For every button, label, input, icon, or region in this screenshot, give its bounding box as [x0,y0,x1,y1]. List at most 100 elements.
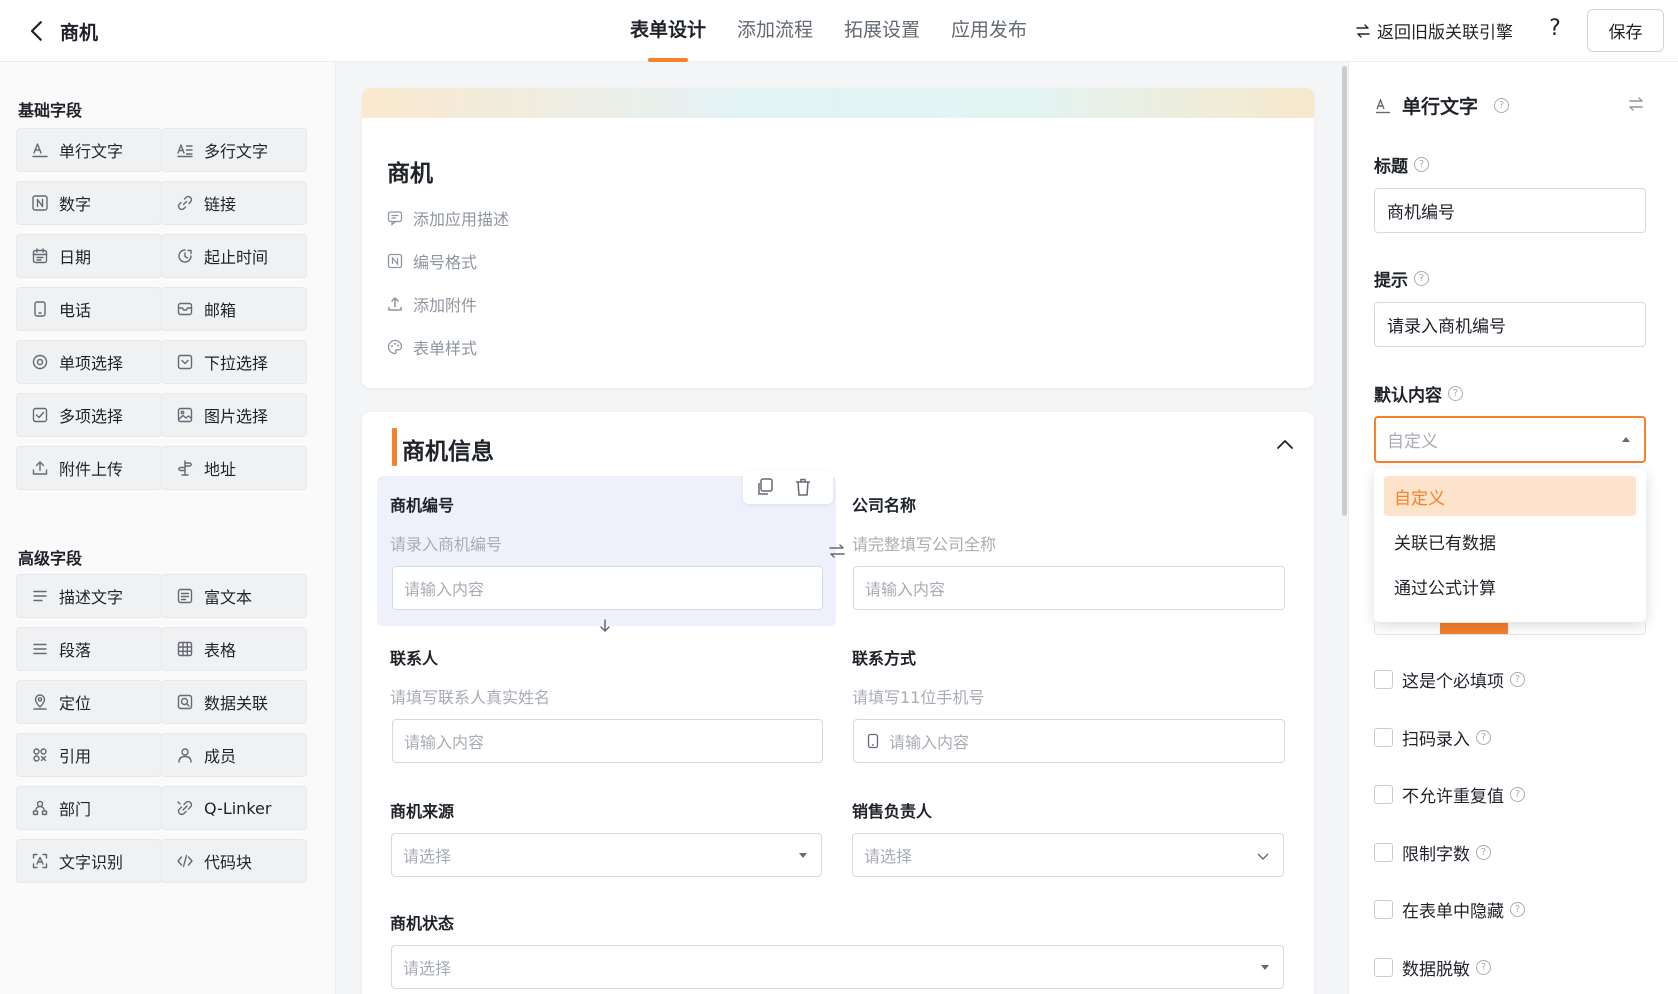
reference-icon [33,748,47,762]
tab-extension-settings[interactable]: 拓展设置 [844,0,920,62]
radio-icon [32,354,48,370]
save-button[interactable]: 保存 [1587,9,1664,52]
option-formula[interactable]: 通过公式计算 [1384,566,1636,606]
palette-field-rich-text[interactable]: 富文本 [161,574,307,618]
palette-field-clock-range[interactable]: 起止时间 [161,234,307,278]
option-checkbox-row[interactable]: 扫码录入? [1374,725,1491,750]
palette-field-number[interactable]: 数字 [16,181,162,225]
add-description-link[interactable]: 添加应用描述 [387,206,509,230]
palette-field-single-line-text[interactable]: 单行文字 [16,128,162,172]
palette-field-label: 数字 [59,195,92,214]
dropdown-icon [177,354,193,370]
help-circle-icon[interactable]: ? [1448,386,1463,401]
palette-field-label: 数据关联 [204,694,269,713]
multi-line-text-icon [177,144,193,158]
palette-field-location[interactable]: 定位 [16,680,162,724]
palette-field-description[interactable]: 描述文字 [16,574,162,618]
default-tab-indicator [1440,623,1508,634]
contact-info-input[interactable]: 请输入内容 [853,719,1285,763]
default-content-select[interactable]: 自定义 [1374,416,1646,463]
checkbox-label: 在表单中隐藏 [1402,902,1504,922]
checkbox[interactable] [1374,727,1393,747]
palette-field-radio[interactable]: 单项选择 [16,340,162,384]
checkbox-label: 扫码录入 [1402,729,1470,750]
switch-field-type-icon[interactable] [1627,95,1645,113]
canvas-scrollbar[interactable] [1342,66,1347,516]
palette-field-signpost[interactable]: 地址 [161,446,307,490]
palette-field-table[interactable]: 表格 [161,627,307,671]
member-icon [178,748,192,763]
palette-field-link[interactable]: 链接 [161,181,307,225]
palette-field-label: 下拉选择 [204,354,269,373]
source-select[interactable]: 请选择 [391,833,822,877]
palette-field-reference[interactable]: 引用 [16,733,162,777]
help-circle-icon[interactable]: ? [1494,98,1510,113]
trash-icon[interactable] [792,476,814,498]
checkbox[interactable] [1374,785,1393,804]
option-checkbox-row[interactable]: 在表单中隐藏? [1374,897,1525,922]
palette-field-upload[interactable]: 附件上传 [16,446,162,490]
add-attachment-link[interactable]: 添加附件 [387,292,477,316]
tab-app-publish[interactable]: 应用发布 [951,0,1027,62]
help-circle-icon[interactable]: ? [1476,729,1491,745]
company-name-input[interactable]: 请输入内容 [853,566,1285,610]
help-circle-icon[interactable]: ? [1476,959,1491,975]
help-circle-icon[interactable]: ? [1414,157,1429,172]
form-style-link[interactable]: 表单样式 [387,335,477,359]
palette-field-label: 成员 [204,747,237,766]
status-select[interactable]: 请选择 [391,945,1284,989]
help-circle-icon[interactable]: ? [1510,672,1525,687]
palette-field-data-link[interactable]: 数据关联 [161,680,307,724]
palette-field-q-linker[interactable]: Q-Linker [161,786,307,830]
palette-field-dropdown[interactable]: 下拉选择 [161,340,307,384]
palette-field-paragraph[interactable]: 段落 [16,627,162,671]
chevron-up-icon[interactable] [1274,434,1296,456]
tab-form-design[interactable]: 表单设计 [630,0,706,62]
paragraph-icon [33,643,47,655]
title-input[interactable]: 商机编号 [1374,188,1646,233]
checkbox[interactable] [1374,900,1393,919]
palette-field-department[interactable]: 部门 [16,786,162,830]
opportunity-no-input[interactable]: 请输入内容 [392,566,823,610]
number-format-link[interactable]: 编号格式 [387,249,477,273]
option-checkbox-row[interactable]: 这是个必填项? [1374,667,1525,692]
code-icon [177,854,193,868]
palette-field-calendar[interactable]: 日期 [16,234,162,278]
copy-icon[interactable] [754,476,776,498]
palette-field-image[interactable]: 图片选择 [161,393,307,437]
mail-icon [177,302,193,316]
palette-field-member[interactable]: 成员 [161,733,307,777]
palette-field-multi-line-text[interactable]: 多行文字 [161,128,307,172]
option-checkbox-row[interactable]: 不允许重复值? [1374,782,1525,807]
q-linker-icon [177,800,193,816]
back-arrow-icon[interactable] [22,16,52,46]
option-checkbox-row[interactable]: 数据脱敏? [1374,955,1491,980]
checkbox-icon [32,407,48,423]
help-icon[interactable]: ? [1543,16,1567,41]
basic-fields-title: 基础字段 [18,101,83,120]
palette-field-checkbox[interactable]: 多项选择 [16,393,162,437]
app-title: 商机 [60,22,99,44]
help-circle-icon[interactable]: ? [1476,844,1491,860]
tab-add-workflow[interactable]: 添加流程 [737,0,813,62]
swap-horizontal-icon[interactable] [826,540,848,562]
help-circle-icon[interactable]: ? [1414,271,1429,286]
option-link-existing-data[interactable]: 关联已有数据 [1384,521,1636,561]
legacy-engine-link[interactable]: 返回旧版关联引擎 [1355,18,1513,43]
palette-field-phone[interactable]: 电话 [16,287,162,331]
checkbox[interactable] [1374,957,1393,977]
contact-input[interactable]: 请输入内容 [392,719,823,763]
option-custom[interactable]: 自定义 [1384,476,1636,516]
palette-field-ocr[interactable]: 文字识别 [16,839,162,883]
field-label-sales-owner: 销售负责人 [852,802,933,821]
hint-input[interactable]: 请录入商机编号 [1374,302,1646,347]
checkbox[interactable] [1374,842,1393,862]
checkbox[interactable] [1374,670,1393,689]
help-circle-icon[interactable]: ? [1510,902,1525,917]
help-circle-icon[interactable]: ? [1510,787,1525,802]
palette-field-mail[interactable]: 邮箱 [161,287,307,331]
option-checkbox-row[interactable]: 限制字数? [1374,840,1491,865]
arrow-down-icon[interactable] [596,617,614,635]
sales-owner-select[interactable]: 请选择 [852,833,1284,877]
palette-field-code[interactable]: 代码块 [161,839,307,883]
